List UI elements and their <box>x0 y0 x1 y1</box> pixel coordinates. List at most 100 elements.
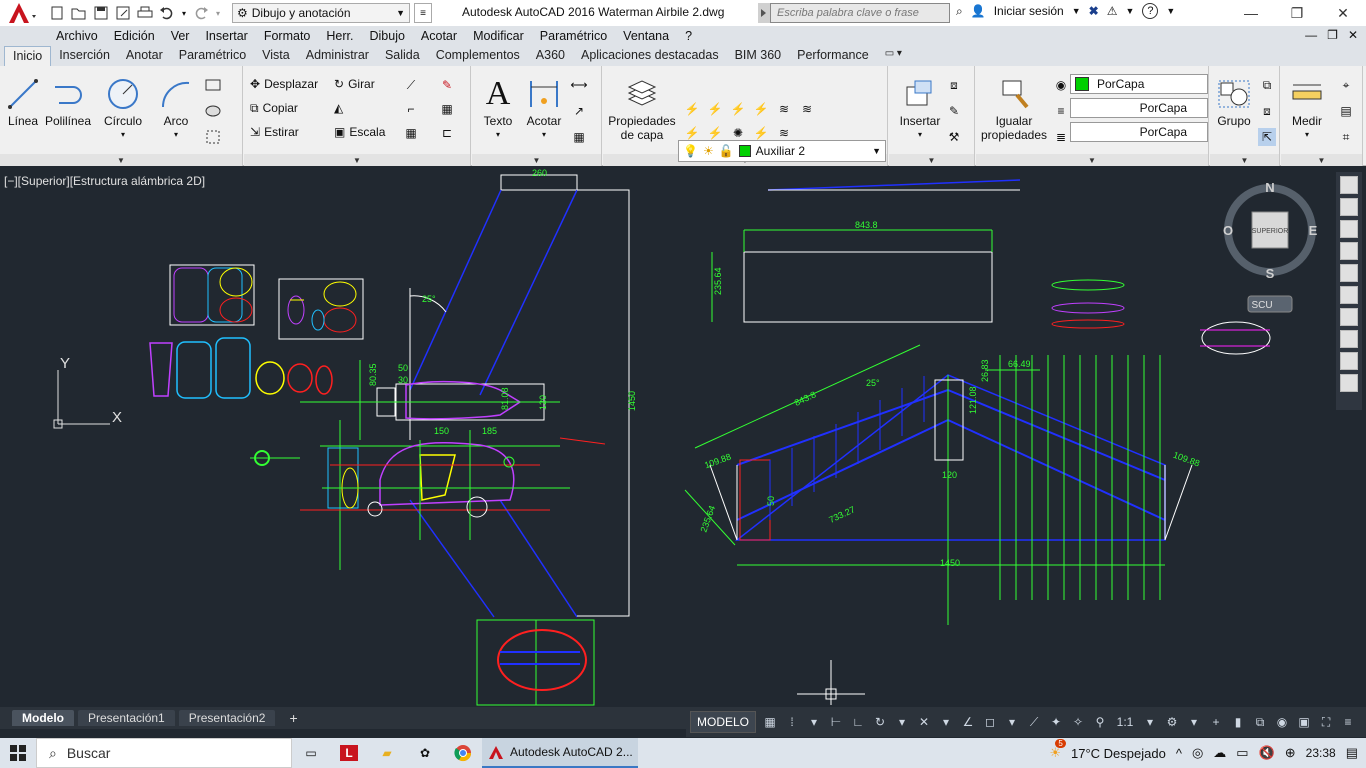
infer-constraints-icon[interactable]: ⊢ <box>828 714 844 730</box>
tab-presentacion2[interactable]: Presentación2 <box>178 710 276 726</box>
menu-archivo[interactable]: Archivo <box>48 29 106 43</box>
application-menu-button[interactable] <box>0 0 42 26</box>
app-icon[interactable]: ✿ <box>406 738 444 768</box>
tab-parametrico[interactable]: Paramétrico <box>171 46 254 66</box>
isodraft-icon[interactable]: ✕ <box>916 714 932 730</box>
panel-utilities-expand[interactable]: ▼ <box>1281 154 1362 166</box>
copy-button[interactable]: ⧉ Copiar <box>250 98 298 118</box>
restore-icon[interactable]: ❐ <box>1327 28 1338 42</box>
id-point-icon[interactable]: ⌗ <box>1337 128 1355 146</box>
erase-icon[interactable]: ✎ <box>438 76 456 94</box>
webcam-icon[interactable]: ◎ <box>1192 745 1203 761</box>
ortho-icon[interactable]: ∟ <box>850 714 866 730</box>
network-off-icon[interactable]: ☁ <box>1213 745 1226 761</box>
layer-off-icon[interactable]: ⚡ <box>683 100 701 118</box>
linear-dim-icon[interactable]: ⟷ <box>570 76 588 94</box>
snap-icon[interactable]: ⁞ <box>784 714 800 730</box>
chevron-down-icon[interactable]: ▼ <box>1166 6 1175 16</box>
search-expand-icon[interactable] <box>758 3 770 23</box>
weather-label[interactable]: 17°C Despejado <box>1071 746 1166 761</box>
isolate-objects-icon[interactable]: ◉ <box>1274 714 1290 730</box>
linetype-dropdown[interactable]: PorCapa <box>1070 98 1208 118</box>
plot-icon[interactable] <box>136 4 154 22</box>
chevron-down-icon[interactable]: ▾ <box>894 714 910 730</box>
undo-dropdown-icon[interactable]: ▾ <box>180 4 188 22</box>
auto-scale-icon[interactable]: ✧ <box>1070 714 1086 730</box>
customize-qat-icon[interactable]: ≡ <box>414 3 432 23</box>
explode-icon[interactable]: ▦ <box>438 100 456 118</box>
stretch-button[interactable]: ⇲ Estirar <box>250 122 299 142</box>
weather-icon[interactable]: ☀ 5 <box>1049 739 1066 761</box>
task-view-icon[interactable]: ▭ <box>292 738 330 768</box>
steering-wheel-icon[interactable] <box>1340 176 1358 194</box>
tab-aplicaciones[interactable]: Aplicaciones destacadas <box>573 46 727 66</box>
redo-icon[interactable] <box>192 4 210 22</box>
help-search-input[interactable]: Escriba palabra clave o frase <box>770 3 950 23</box>
layer-match-icon[interactable]: ≋ <box>775 100 793 118</box>
layer-unisolate-icon[interactable]: ≋ <box>798 100 816 118</box>
ribbon-options-icon[interactable]: ▭ ▾ <box>877 46 910 66</box>
user-icon[interactable]: 👤 <box>971 4 986 18</box>
zoom-window-icon[interactable] <box>1340 198 1358 216</box>
chevron-down-icon[interactable]: ▾ <box>1004 714 1020 730</box>
windows-start-icon[interactable] <box>0 745 36 761</box>
layer-isolate-icon[interactable]: ⚡ <box>706 100 724 118</box>
app-l-icon[interactable]: L <box>330 738 368 768</box>
color-dropdown[interactable]: PorCapa <box>1070 74 1208 94</box>
zoom-previous-icon[interactable] <box>1340 242 1358 260</box>
close-icon[interactable]: ✕ <box>1320 0 1366 26</box>
panel-block-expand[interactable]: ▼ <box>889 154 974 166</box>
circle-button[interactable]: Círculo ▾ <box>100 74 146 142</box>
pan-icon[interactable] <box>1340 374 1358 392</box>
menu-parametrico[interactable]: Paramétrico <box>532 29 615 43</box>
rotate-button[interactable]: ↻ Girar <box>334 74 375 94</box>
customize-icon[interactable]: ≡ <box>1340 714 1356 730</box>
save-as-icon[interactable] <box>114 4 132 22</box>
minimize-icon[interactable]: — <box>1228 0 1274 26</box>
zoom-object-icon[interactable] <box>1340 352 1358 370</box>
object-snap-icon[interactable]: ◻ <box>982 714 998 730</box>
tab-complementos[interactable]: Complementos <box>428 46 528 66</box>
zoom-all-icon[interactable] <box>1340 330 1358 348</box>
menu-edicion[interactable]: Edición <box>106 29 163 43</box>
tab-salida[interactable]: Salida <box>377 46 428 66</box>
dimension-button[interactable]: Acotar ▾ <box>522 74 566 142</box>
attribute-icon[interactable]: ⚒ <box>945 128 963 146</box>
menu-formato[interactable]: Formato <box>256 29 319 43</box>
exchange-apps-icon[interactable]: ✖ <box>1089 4 1099 18</box>
table-icon[interactable]: ▦ <box>570 128 588 146</box>
save-icon[interactable] <box>92 4 110 22</box>
tab-presentacion1[interactable]: Presentación1 <box>78 710 175 726</box>
model-space-button[interactable]: MODELO <box>690 711 757 733</box>
viewcube[interactable]: SUPERIOR N S E O SCU <box>1220 178 1320 318</box>
tab-insercion[interactable]: Inserción <box>51 46 118 66</box>
line-button[interactable]: Línea <box>4 74 42 128</box>
file-explorer-icon[interactable]: ▰ <box>368 738 406 768</box>
workspace-switch-icon[interactable]: ⚙ <box>1164 714 1180 730</box>
chevron-down-icon[interactable]: ▼ <box>1125 6 1134 16</box>
polar-icon[interactable]: ↻ <box>872 714 888 730</box>
panel-properties-expand[interactable]: ▼ <box>976 154 1208 166</box>
tab-modelo[interactable]: Modelo <box>12 710 74 726</box>
layer-properties-button[interactable]: Propiedades de capa <box>607 74 677 142</box>
chevron-down-icon[interactable]: ▾ <box>938 714 954 730</box>
annotation-scale-icon[interactable]: ⚲ <box>1092 714 1108 730</box>
tab-vista[interactable]: Vista <box>254 46 298 66</box>
menu-ver[interactable]: Ver <box>163 29 198 43</box>
quick-select-icon[interactable]: ⌖ <box>1337 76 1355 94</box>
polyline-button[interactable]: Polilínea <box>44 74 92 128</box>
close-icon[interactable]: ✕ <box>1348 28 1358 42</box>
notifications-icon[interactable]: ▤ <box>1346 745 1358 761</box>
scale-label[interactable]: 1:1 <box>1114 714 1136 730</box>
menu-modificar[interactable]: Modificar <box>465 29 532 43</box>
panel-draw-expand[interactable]: ▼ <box>0 154 242 166</box>
menu-ventana[interactable]: Ventana <box>615 29 677 43</box>
zoom-out-icon[interactable] <box>1340 308 1358 326</box>
menu-dibujo[interactable]: Dibujo <box>361 29 412 43</box>
annotation-monitor-icon[interactable]: + <box>1208 714 1224 730</box>
chevron-down-icon[interactable]: ▾ <box>1186 714 1202 730</box>
clock-label[interactable]: 23:38 <box>1306 746 1336 760</box>
panel-modify-expand[interactable]: ▼ <box>244 154 470 166</box>
tab-a360[interactable]: A360 <box>528 46 573 66</box>
chevron-down-icon[interactable]: ▾ <box>806 714 822 730</box>
